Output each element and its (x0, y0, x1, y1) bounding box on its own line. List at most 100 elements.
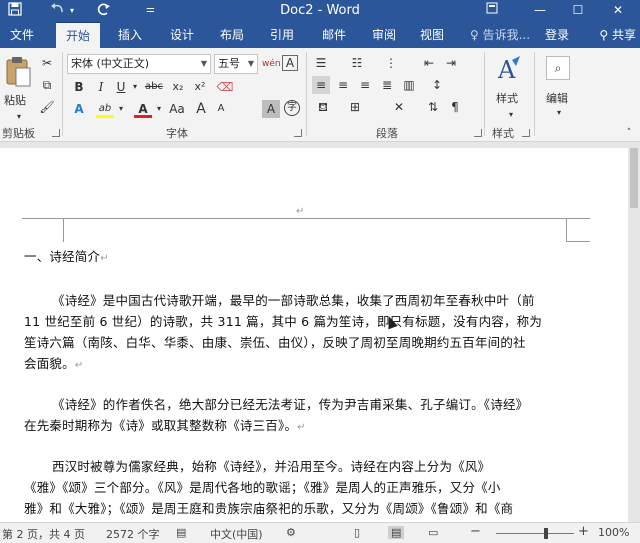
font-dialog-launcher[interactable] (294, 129, 302, 137)
increase-indent-icon[interactable]: ⇥ (442, 54, 460, 72)
tab-insert[interactable]: 插入 (108, 22, 152, 48)
tab-layout[interactable]: 布局 (210, 22, 254, 48)
page-count[interactable]: 第 2 页，共 4 页 (2, 526, 85, 542)
heading-text: 一、诗经简介↵ (24, 249, 109, 264)
zoom-out-button[interactable]: − (470, 524, 481, 539)
char-border-icon[interactable]: A (282, 55, 298, 71)
paragraph-dialog-launcher[interactable] (474, 129, 482, 137)
ribbon-display-icon[interactable] (476, 0, 508, 22)
italic-button[interactable]: I (92, 78, 110, 96)
word-count[interactable]: 2572 个字 (106, 526, 160, 542)
clear-formatting-icon[interactable]: ⌫ (216, 78, 234, 96)
collapse-ribbon-icon[interactable]: ˄ (620, 124, 638, 142)
decrease-indent-icon[interactable]: ⇤ (420, 54, 438, 72)
minimize-button[interactable]: — (524, 0, 556, 22)
chinese-layout-icon[interactable]: ✕ (390, 98, 408, 116)
align-center-icon[interactable]: ≡ (334, 76, 352, 94)
language-indicator[interactable]: 中文(中国) (210, 526, 263, 542)
tab-view[interactable]: 视图 (410, 22, 454, 48)
line-spacing-icon[interactable]: ↕ (428, 76, 446, 94)
tell-me-box[interactable]: ♀ 告诉我... (466, 22, 534, 48)
document-page[interactable]: ↵ 一、诗经简介↵ 《诗经》是中国古代诗歌开端，最早的一部诗歌总集，收集了西周初… (0, 148, 628, 522)
zoom-slider-track[interactable] (496, 533, 574, 534)
clipboard-dialog-launcher[interactable] (52, 129, 60, 137)
superscript-button[interactable]: x² (190, 78, 210, 96)
share-button[interactable]: ⚲ 共享 (599, 22, 636, 48)
tab-file[interactable]: 文件 (0, 22, 44, 48)
styles-button[interactable]: 样式 (496, 90, 518, 106)
enclose-char-button[interactable]: 字 (284, 100, 300, 116)
person-icon: ⚲ (599, 28, 609, 42)
paragraph-1-line-3: 笙诗六篇（南陔、白华、华黍、由康、崇伍、由仪），反映了周初至周晚期约五百年间的社 (24, 335, 526, 350)
paragraph-3-line-1: 西汉时被尊为儒家经典，始称《诗经》，并沿用至今。诗经在内容上分为《风》 (52, 459, 491, 474)
shading-icon[interactable]: ⛾ (314, 98, 332, 116)
header-boundary (64, 218, 568, 219)
format-painter-icon[interactable]: 🖌 (38, 98, 56, 116)
maximize-button[interactable]: ☐ (562, 0, 594, 22)
login-button[interactable]: 登录 (540, 22, 574, 48)
paste-button[interactable]: 粘贴 (4, 92, 26, 108)
bold-button[interactable]: B (70, 78, 88, 96)
strikethrough-button[interactable]: abc (142, 78, 166, 96)
paste-dropdown-icon[interactable]: ▾ (10, 108, 28, 126)
scrollbar-thumb[interactable] (630, 148, 638, 208)
copy-icon[interactable]: ⧉ (38, 76, 56, 94)
paragraph-3-line-2: 《雅》《颂》三个部分。《风》是周代各地的歌谣；《雅》是周人的正声雅乐，又分《小 (24, 480, 501, 495)
bullets-icon[interactable]: ☰ (312, 54, 330, 72)
phonetic-guide-icon[interactable]: wén (262, 55, 281, 73)
justify-icon[interactable]: ≣ (378, 76, 396, 94)
editing-dropdown-icon[interactable]: ▾ (550, 104, 568, 122)
close-button[interactable]: ✕ (602, 0, 634, 22)
tab-home[interactable]: 开始 (56, 22, 100, 48)
ribbon: 粘贴 ▾ ✂ ⧉ 🖌 剪贴板 宋体 (中文正文) ▼ 五号 ▼ wén A B … (0, 48, 640, 142)
web-layout-icon[interactable]: ▭ (428, 526, 438, 539)
tab-design[interactable]: 设计 (160, 22, 204, 48)
grow-font-button[interactable]: A (192, 100, 210, 118)
group-label-font: 字体 (166, 127, 188, 140)
styles-dialog-launcher[interactable] (522, 129, 530, 137)
tab-review[interactable]: 审阅 (362, 22, 406, 48)
align-left-icon[interactable]: ≡ (312, 76, 330, 94)
show-marks-icon[interactable]: ¶ (446, 98, 464, 116)
tab-references[interactable]: 引用 (260, 22, 304, 48)
ribbon-tabs: 文件 开始 插入 设计 布局 引用 邮件 审阅 视图 ♀ 告诉我... 登录 ⚲… (0, 22, 640, 48)
proofing-icon[interactable]: ▤ (176, 526, 186, 539)
change-case-button[interactable]: Aa (166, 100, 188, 118)
numbering-icon[interactable]: ☷ (348, 54, 366, 72)
styles-icon[interactable]: A (494, 54, 524, 87)
subscript-button[interactable]: x₂ (168, 78, 188, 96)
font-name-combo[interactable]: 宋体 (中文正文) ▼ (67, 54, 211, 74)
read-mode-icon[interactable]: ▯ (354, 526, 360, 539)
zoom-slider-thumb[interactable] (544, 528, 548, 539)
share-label: 共享 (611, 28, 636, 42)
shrink-font-button[interactable]: A (212, 100, 230, 118)
vertical-scrollbar[interactable] (628, 142, 640, 522)
multilevel-list-icon[interactable]: ⋮ (382, 54, 400, 72)
sort-icon[interactable]: ⇅ (424, 98, 442, 116)
print-layout-icon[interactable]: ▤ (388, 526, 405, 539)
chevron-down-icon: ▼ (200, 59, 207, 68)
title-bar: ▾ ⚌ Doc2 - Word — ☐ ✕ (0, 0, 640, 22)
tell-me-text: 告诉我... (482, 28, 531, 42)
paragraph-1-line-4: 会面貌。↵ (24, 356, 84, 371)
styles-dropdown-icon[interactable]: ▾ (502, 106, 520, 124)
lightbulb-icon: ♀ (469, 28, 479, 42)
group-label-styles: 样式 (492, 127, 514, 140)
char-shading-button[interactable]: A (262, 100, 280, 118)
borders-icon[interactable]: ⊞ (346, 98, 364, 116)
margin-corner-left (22, 218, 64, 242)
paragraph-mark: ↵ (296, 206, 305, 217)
zoom-in-button[interactable]: + (578, 524, 589, 539)
font-size-combo[interactable]: 五号 ▼ (214, 54, 258, 74)
tab-mailings[interactable]: 邮件 (312, 22, 356, 48)
cut-icon[interactable]: ✂ (38, 54, 56, 72)
text-effects-button[interactable]: A (70, 100, 88, 118)
align-right-icon[interactable]: ≡ (356, 76, 374, 94)
macro-icon[interactable]: ⚙ (286, 526, 296, 539)
highlight-dropdown-icon[interactable]: ▾ (112, 100, 130, 118)
distributed-icon[interactable]: ▥ (400, 76, 418, 94)
paste-icon[interactable] (4, 56, 32, 91)
zoom-level[interactable]: 100% (598, 526, 629, 539)
group-label-paragraph: 段落 (376, 127, 398, 140)
search-icon[interactable]: ⌕ (546, 56, 570, 80)
